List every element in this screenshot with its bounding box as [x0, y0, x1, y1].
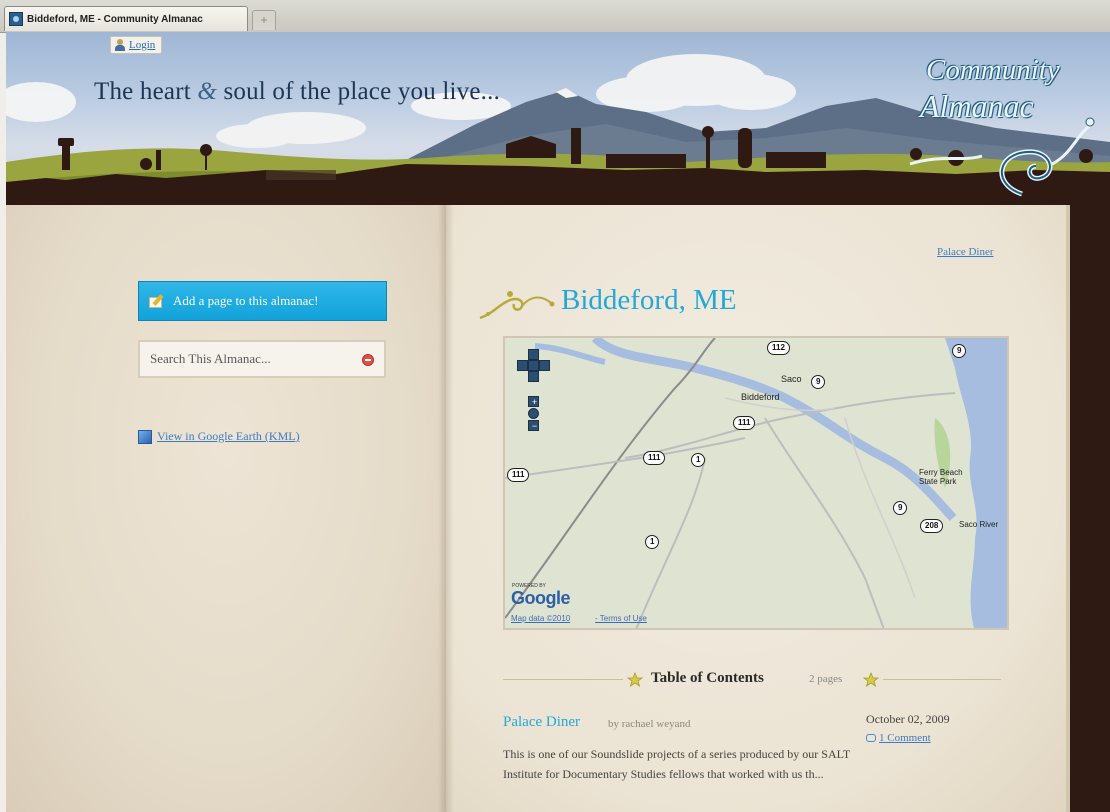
comment-icon	[866, 734, 876, 742]
route-shield: 208	[920, 519, 944, 533]
browser-tab[interactable]: Biddeford, ME - Community Almanac	[4, 6, 248, 31]
logo-word-almanac: Almanac	[920, 88, 1034, 124]
toc-star-icon	[863, 672, 879, 687]
zoom-in-button[interactable]: +	[528, 396, 539, 407]
top-page-link[interactable]: Palace Diner	[937, 246, 994, 258]
search-input[interactable]	[148, 350, 352, 368]
comments-link[interactable]: 1 Comment	[866, 732, 931, 744]
place-label-saco-river: Saco River	[959, 520, 999, 529]
toc-divider-left	[503, 679, 623, 680]
google-earth-kml-link[interactable]: View in Google Earth (KML)	[138, 429, 300, 444]
site-header: Login The heart & soul of the place you …	[6, 32, 1110, 210]
pan-center-control[interactable]	[528, 360, 539, 371]
toc-star-icon	[627, 672, 643, 687]
terms-of-use-link[interactable]: - Terms of Use	[595, 614, 647, 623]
entry-author: by rachael weyand	[608, 718, 691, 730]
user-icon	[115, 39, 125, 51]
add-page-label: Add a page to this almanac!	[173, 293, 319, 308]
tab-title: Biddeford, ME - Community Almanac	[27, 13, 203, 25]
search-box	[138, 340, 386, 378]
google-earth-icon	[138, 429, 152, 444]
login-label: Login	[129, 39, 156, 51]
tagline-ampersand: &	[197, 78, 217, 105]
pan-right-control[interactable]	[539, 360, 550, 371]
entry-date: October 02, 2009	[866, 712, 950, 726]
place-label-biddeford: Biddeford	[741, 392, 780, 402]
pan-down-control[interactable]	[528, 371, 539, 382]
comments-label: 1 Comment	[879, 732, 931, 744]
place-label-ferry-beach: Ferry Beach State Park	[919, 468, 963, 486]
toc-count: 2 pages	[809, 673, 843, 685]
page-edge-background	[1070, 205, 1110, 812]
favicon-icon	[9, 12, 23, 26]
kml-link-label: View in Google Earth (KML)	[157, 429, 300, 443]
route-shield: 111	[733, 416, 756, 430]
pan-left-control[interactable]	[517, 360, 528, 371]
route-shield: 111	[507, 468, 530, 482]
page-title: Biddeford, ME	[561, 284, 737, 316]
place-label-saco: Saco	[781, 374, 802, 384]
flourish-icon	[479, 291, 555, 320]
zoom-out-label: −	[531, 421, 538, 431]
route-shield: 112	[767, 341, 790, 355]
login-button[interactable]: Login	[110, 36, 163, 54]
tagline-part2: soul of the place you live...	[223, 78, 501, 105]
zoom-in-label: +	[531, 397, 538, 407]
tagline-part1: The heart	[94, 78, 191, 105]
search-go-icon[interactable]	[362, 354, 374, 366]
route-shield: 111	[643, 451, 666, 465]
toc-heading: Table of Contents 2 pages	[503, 670, 1003, 690]
edit-page-icon	[149, 294, 165, 308]
google-logo[interactable]: Google	[511, 588, 571, 609]
site-tagline: The heart & soul of the place you live..…	[94, 78, 500, 106]
community-almanac-logo[interactable]: Community Almanac	[902, 44, 1102, 204]
google-map[interactable]: + − 112 9 9 111 111 111 1 1 9 208 Saco B…	[503, 336, 1009, 630]
toc-divider-right	[883, 679, 1001, 680]
book-spine	[438, 205, 454, 812]
zoom-slider-handle[interactable]	[528, 408, 539, 419]
map-data-link[interactable]: Map data ©2010	[511, 614, 570, 623]
logo-word-community: Community	[926, 54, 1060, 86]
toc-title: Table of Contents	[651, 670, 764, 686]
entry-excerpt: This is one of our Soundslide projects o…	[503, 747, 850, 781]
browser-tab-strip: Biddeford, ME - Community Almanac +	[0, 0, 1110, 33]
entry-title-link[interactable]: Palace Diner	[503, 714, 580, 731]
new-tab-button[interactable]: +	[252, 10, 276, 30]
add-page-button[interactable]: Add a page to this almanac!	[138, 281, 387, 321]
pan-up-control[interactable]	[528, 349, 539, 360]
zoom-out-button[interactable]: −	[528, 420, 539, 431]
